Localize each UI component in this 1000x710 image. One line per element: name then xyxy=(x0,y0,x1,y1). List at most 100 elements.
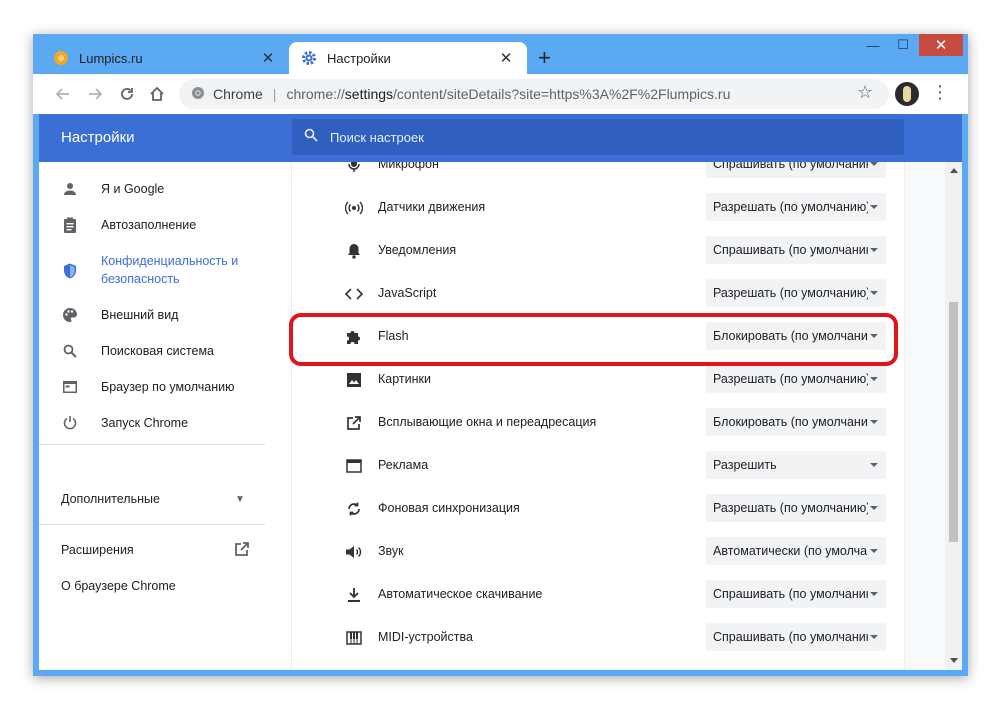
settings-content: Я и Google Автозаполнение Конфиденциальн… xyxy=(39,162,962,670)
permission-row-automatic-downloads: Автоматическое скачивание Спрашивать (по… xyxy=(292,573,904,616)
open-in-new-icon xyxy=(344,413,364,433)
ads-window-icon xyxy=(344,456,364,476)
permission-select[interactable]: Разрешать (по умолчанию) xyxy=(706,279,886,307)
permission-select[interactable]: Спрашивать (по умолчанию) xyxy=(706,236,886,264)
permission-select[interactable]: Спрашивать (по умолчанию) xyxy=(706,162,886,178)
new-tab-button[interactable]: + xyxy=(538,46,551,70)
permission-label: Автоматическое скачивание xyxy=(378,587,543,601)
sidebar-advanced-toggle[interactable]: Дополнительные xyxy=(61,492,160,506)
sidebar-item-about-chrome[interactable]: О браузере Chrome xyxy=(61,579,176,593)
permission-row-notifications: Уведомления Спрашивать (по умолчанию) xyxy=(292,229,904,272)
permission-row-javascript: JavaScript Разрешать (по умолчанию) xyxy=(292,272,904,315)
settings-header: Настройки xyxy=(39,114,962,162)
dropdown-caret-icon xyxy=(870,420,878,424)
shield-icon xyxy=(61,262,79,280)
permission-row-motion-sensors: Датчики движения Разрешать (по умолчанию… xyxy=(292,186,904,229)
profile-avatar[interactable] xyxy=(895,82,919,106)
site-security-label: Chrome xyxy=(213,86,263,102)
permission-select[interactable]: Блокировать (по умолчанию) xyxy=(706,322,886,350)
sidebar-item-label: Автозаполнение xyxy=(101,218,197,232)
maximize-button[interactable]: ☐ xyxy=(889,34,917,56)
permission-select[interactable]: Спрашивать (по умолчанию) xyxy=(706,623,886,651)
permission-label: Датчики движения xyxy=(378,200,486,214)
forward-arrow-icon[interactable] xyxy=(83,82,107,106)
permission-label: Реклама xyxy=(378,458,429,472)
permission-row-images: Картинки Разрешать (по умолчанию) xyxy=(292,358,904,401)
dropdown-caret-icon xyxy=(870,635,878,639)
sidebar-item-label: Я и Google xyxy=(101,182,165,196)
download-icon xyxy=(344,585,364,605)
dropdown-caret-icon xyxy=(870,377,878,381)
permission-label: Фоновая синхронизация xyxy=(378,501,520,515)
reload-icon[interactable] xyxy=(115,82,139,106)
permission-select[interactable]: Спрашивать (по умолчанию) xyxy=(706,580,886,608)
sync-icon xyxy=(344,499,364,519)
tab-lumpics[interactable]: Lumpics.ru ✕ xyxy=(41,42,289,74)
permission-select[interactable]: Разрешать (по умолчанию) xyxy=(706,494,886,522)
permission-label: Микрофон xyxy=(378,162,439,171)
dropdown-caret-icon xyxy=(870,162,878,166)
permission-row-ads: Реклама Разрешить xyxy=(292,444,904,487)
permission-label: MIDI-устройства xyxy=(378,630,473,644)
sidebar-item-label: Браузер по умолчанию xyxy=(101,380,235,394)
dropdown-caret-icon xyxy=(870,592,878,596)
search-input[interactable] xyxy=(330,129,830,145)
tab-title: Lumpics.ru xyxy=(79,50,143,66)
sidebar-item-label: Конфиденциальность и безопасность xyxy=(101,254,239,286)
minimize-button[interactable]: — xyxy=(859,34,887,56)
back-arrow-icon[interactable] xyxy=(51,82,75,106)
dropdown-caret-icon xyxy=(870,506,878,510)
permission-label: Звук xyxy=(378,544,404,558)
bookmark-star-icon[interactable]: ☆ xyxy=(857,82,873,103)
omnibox-separator: | xyxy=(272,86,277,102)
dropdown-caret-icon xyxy=(870,205,878,209)
motion-sensor-icon xyxy=(344,198,364,218)
permission-select[interactable]: Автоматически (по умолчанию) xyxy=(706,537,886,565)
scroll-down-arrow-icon[interactable] xyxy=(950,658,958,663)
close-window-button[interactable]: ✕ xyxy=(919,34,963,56)
power-icon xyxy=(61,414,79,432)
browser-icon xyxy=(61,378,79,396)
site-permissions-panel: Микрофон Спрашивать (по умолчанию) Датчи… xyxy=(292,162,904,670)
close-tab-icon[interactable]: ✕ xyxy=(497,49,515,67)
dropdown-caret-icon xyxy=(870,248,878,252)
permission-row-background-sync: Фоновая синхронизация Разрешать (по умол… xyxy=(292,487,904,530)
permission-select[interactable]: Разрешать (по умолчанию) xyxy=(706,193,886,221)
permission-row-flash: Flash Блокировать (по умолчанию) xyxy=(292,315,904,358)
permission-select[interactable]: Блокировать (по умолчанию) xyxy=(706,408,886,436)
scrollbar-thumb[interactable] xyxy=(949,302,958,542)
settings-sidebar: Я и Google Автозаполнение Конфиденциальн… xyxy=(39,162,291,670)
permission-row-sound: Звук Автоматически (по умолчанию) xyxy=(292,530,904,573)
permission-label: Flash xyxy=(378,329,409,343)
sidebar-item-label: Запуск Chrome xyxy=(101,416,189,430)
bell-icon xyxy=(344,241,364,261)
open-in-new-icon[interactable] xyxy=(234,541,250,562)
code-icon xyxy=(344,284,364,304)
orange-circle-icon xyxy=(53,50,69,66)
dropdown-caret-icon xyxy=(870,549,878,553)
scroll-up-arrow-icon[interactable] xyxy=(950,168,958,173)
tab-title: Настройки xyxy=(327,50,391,66)
url-text: chrome://settings/content/siteDetails?si… xyxy=(286,86,731,102)
close-tab-icon[interactable]: ✕ xyxy=(259,49,277,67)
sidebar-divider xyxy=(39,444,265,445)
image-icon xyxy=(344,370,364,390)
permission-select[interactable]: Разрешить xyxy=(706,451,886,479)
page-title: Настройки xyxy=(61,129,135,146)
sidebar-item-label: Внешний вид xyxy=(101,308,179,322)
page-scrollbar[interactable] xyxy=(945,162,962,670)
more-vert-icon[interactable]: ⋮ xyxy=(931,82,949,106)
speaker-icon xyxy=(344,542,364,562)
tab-settings[interactable]: Настройки ✕ xyxy=(289,42,527,74)
person-icon xyxy=(61,180,79,198)
search-icon xyxy=(304,128,318,147)
address-bar[interactable]: Chrome | chrome://settings/content/siteD… xyxy=(179,79,889,109)
settings-search[interactable] xyxy=(292,119,904,155)
browser-toolbar: Chrome | chrome://settings/content/siteD… xyxy=(33,74,968,114)
sidebar-item-extensions[interactable]: Расширения xyxy=(61,543,134,557)
palette-icon xyxy=(61,306,79,324)
permission-select[interactable]: Разрешать (по умолчанию) xyxy=(706,365,886,393)
home-icon[interactable] xyxy=(145,82,169,106)
permission-label: Уведомления xyxy=(378,243,457,257)
chevron-down-icon[interactable]: ▼ xyxy=(235,494,245,505)
